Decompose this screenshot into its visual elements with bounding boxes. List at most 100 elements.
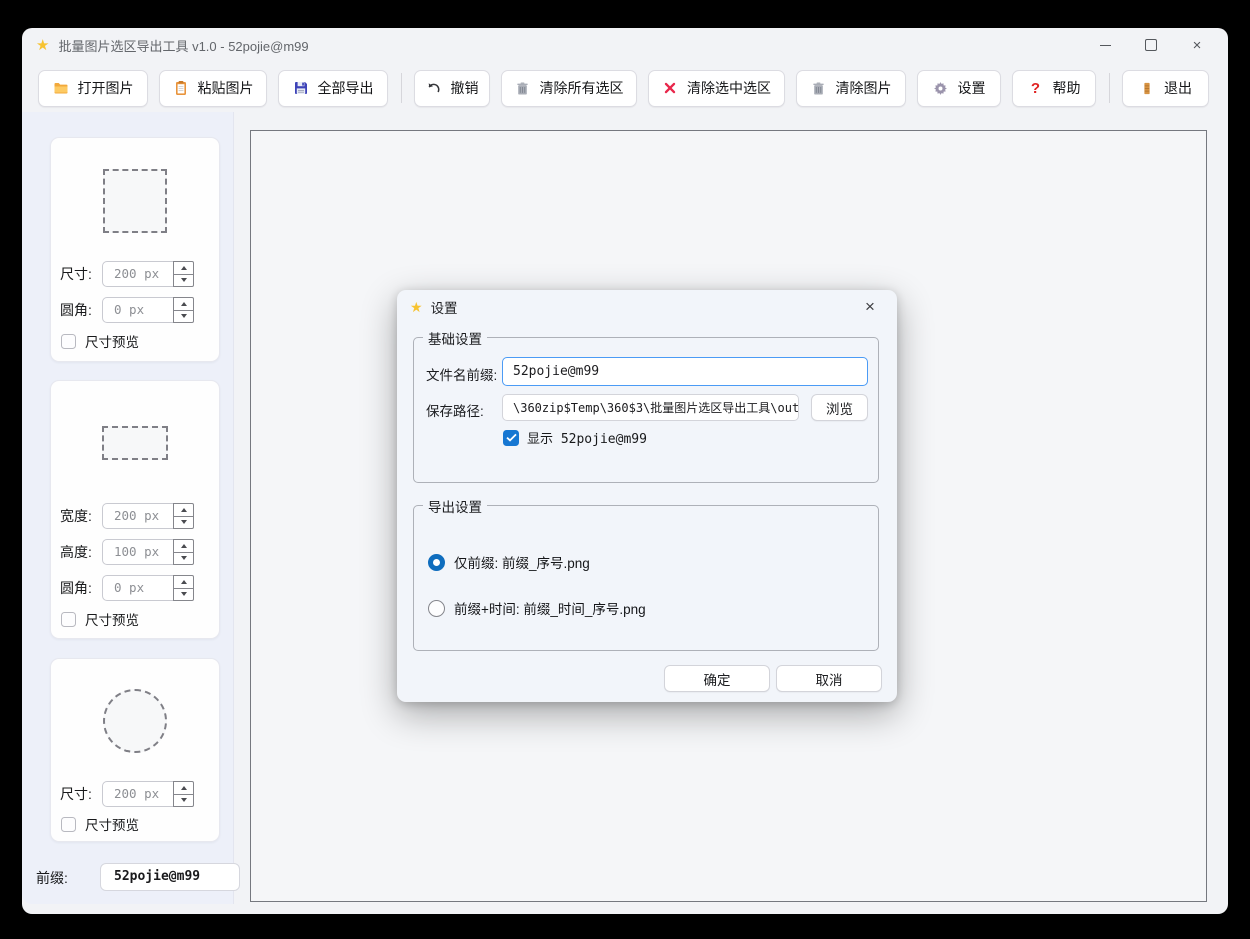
prefix-only-radio[interactable]	[428, 554, 445, 571]
settings-label: 设置	[958, 78, 986, 98]
circle-size-value[interactable]: 200 px	[103, 782, 173, 806]
arrow-down-icon	[181, 278, 187, 282]
arrow-up-icon	[181, 544, 187, 548]
square-size-value[interactable]: 200 px	[103, 262, 173, 286]
spin-up-button[interactable]	[174, 298, 193, 310]
basic-settings-group: 基础设置 文件名前缀: 52pojie@m99 保存路径: \360zip$Te…	[413, 337, 879, 483]
circle-shape-preview[interactable]	[51, 689, 219, 753]
clipboard-icon	[173, 80, 189, 96]
square-preview-label: 尺寸预览	[85, 331, 139, 351]
prefix-time-radio-row: 前缀+时间: 前缀_时间_序号.png	[428, 598, 646, 618]
filename-prefix-label: 文件名前缀:	[426, 364, 497, 384]
minimize-button[interactable]	[1082, 30, 1128, 60]
rectangle-shape-preview[interactable]	[51, 426, 219, 460]
square-size-row: 尺寸: 200 px	[51, 261, 219, 287]
paste-image-label: 粘贴图片	[198, 78, 254, 98]
show-prefix-label: 显示 52pojie@m99	[527, 428, 647, 447]
clear-image-button[interactable]: 清除图片	[796, 70, 906, 107]
rect-height-row: 高度: 100 px	[51, 539, 219, 565]
minimize-icon	[1100, 45, 1111, 46]
spin-down-button[interactable]	[174, 516, 193, 529]
dialog-title: 设置	[431, 297, 458, 317]
maximize-button[interactable]	[1128, 30, 1174, 60]
dialog-title-bar: ★ 设置 ×	[397, 290, 897, 323]
show-prefix-checkbox-row: 显示 52pojie@m99	[503, 428, 647, 447]
rect-corner-row: 圆角: 0 px	[51, 575, 219, 601]
square-selection-panel: 尺寸: 200 px 圆角: 0 px 尺寸预览	[50, 137, 220, 362]
rect-width-value[interactable]: 200 px	[103, 504, 173, 528]
app-window: ★ 批量图片选区导出工具 v1.0 - 52pojie@m99 × 打开图片 粘…	[22, 28, 1228, 914]
help-icon: ?	[1028, 80, 1044, 96]
browse-button[interactable]: 浏览	[811, 394, 868, 421]
window-title: 批量图片选区导出工具 v1.0 - 52pojie@m99	[58, 36, 308, 55]
circle-size-stepper[interactable]: 200 px	[102, 781, 194, 807]
check-icon	[506, 433, 517, 442]
prefix-input[interactable]: 52pojie@m99	[100, 863, 240, 891]
square-corner-row: 圆角: 0 px	[51, 297, 219, 323]
spin-up-button[interactable]	[174, 540, 193, 552]
dialog-close-button[interactable]: ×	[851, 293, 889, 321]
export-all-button[interactable]: 全部导出	[278, 70, 388, 107]
arrow-up-icon	[181, 266, 187, 270]
spin-down-button[interactable]	[174, 552, 193, 565]
spin-down-button[interactable]	[174, 274, 193, 287]
undo-button[interactable]: 撤销	[414, 70, 490, 107]
rect-width-spin-buttons	[173, 503, 194, 529]
spin-up-button[interactable]	[174, 262, 193, 274]
close-icon: ×	[865, 297, 875, 317]
spin-down-button[interactable]	[174, 794, 193, 807]
clear-selected-selection-label: 清除选中选区	[687, 78, 771, 98]
rect-height-stepper[interactable]: 100 px	[102, 539, 194, 565]
filename-prefix-input[interactable]: 52pojie@m99	[502, 357, 868, 386]
trash-icon	[811, 80, 827, 96]
dialog-star-icon: ★	[410, 300, 423, 314]
rect-corner-value[interactable]: 0 px	[103, 576, 173, 600]
rect-width-stepper[interactable]: 200 px	[102, 503, 194, 529]
square-corner-label: 圆角:	[60, 297, 92, 323]
square-shape-preview[interactable]	[51, 169, 219, 233]
dashed-circle-icon	[103, 689, 167, 753]
exit-button[interactable]: 退出	[1122, 70, 1209, 107]
prefix-only-radio-row: 仅前缀: 前缀_序号.png	[428, 552, 590, 572]
spin-down-button[interactable]	[174, 310, 193, 323]
close-button[interactable]: ×	[1174, 30, 1220, 60]
spin-down-button[interactable]	[174, 588, 193, 601]
rect-height-value[interactable]: 100 px	[103, 540, 173, 564]
paste-image-button[interactable]: 粘贴图片	[159, 70, 267, 107]
save-path-input[interactable]: \360zip$Temp\360$3\批量图片选区导出工具\output	[502, 394, 799, 421]
arrow-down-icon	[181, 556, 187, 560]
square-corner-stepper[interactable]: 0 px	[102, 297, 194, 323]
save-path-label: 保存路径:	[426, 400, 484, 420]
prefix-time-radio[interactable]	[428, 600, 445, 617]
arrow-down-icon	[181, 798, 187, 802]
arrow-up-icon	[181, 786, 187, 790]
spin-up-button[interactable]	[174, 782, 193, 794]
settings-button[interactable]: 设置	[917, 70, 1001, 107]
show-prefix-checkbox[interactable]	[503, 430, 519, 446]
rect-preview-checkbox[interactable]	[61, 612, 76, 627]
cancel-label: 取消	[816, 669, 843, 689]
square-preview-checkbox[interactable]	[61, 334, 76, 349]
export-settings-group: 导出设置 仅前缀: 前缀_序号.png 前缀+时间: 前缀_时间_序号.png	[413, 505, 879, 651]
arrow-up-icon	[181, 302, 187, 306]
circle-size-label: 尺寸:	[60, 781, 92, 807]
square-preview-checkbox-row: 尺寸预览	[61, 333, 139, 349]
circle-size-spin-buttons	[173, 781, 194, 807]
rect-corner-stepper[interactable]: 0 px	[102, 575, 194, 601]
circle-preview-checkbox[interactable]	[61, 817, 76, 832]
square-corner-value[interactable]: 0 px	[103, 298, 173, 322]
toolbar: 打开图片 粘贴图片 全部导出 撤销 清除所有选区	[22, 66, 1228, 110]
spin-up-button[interactable]	[174, 576, 193, 588]
toolbar-separator	[401, 73, 402, 103]
cancel-button[interactable]: 取消	[776, 665, 882, 692]
ok-button[interactable]: 确定	[664, 665, 770, 692]
rect-corner-spin-buttons	[173, 575, 194, 601]
help-button[interactable]: ? 帮助	[1012, 70, 1096, 107]
clear-all-selections-button[interactable]: 清除所有选区	[501, 70, 637, 107]
rect-preview-label: 尺寸预览	[85, 609, 139, 629]
square-size-stepper[interactable]: 200 px	[102, 261, 194, 287]
undo-icon	[426, 80, 442, 96]
clear-selected-selection-button[interactable]: 清除选中选区	[648, 70, 785, 107]
spin-up-button[interactable]	[174, 504, 193, 516]
open-image-button[interactable]: 打开图片	[38, 70, 148, 107]
